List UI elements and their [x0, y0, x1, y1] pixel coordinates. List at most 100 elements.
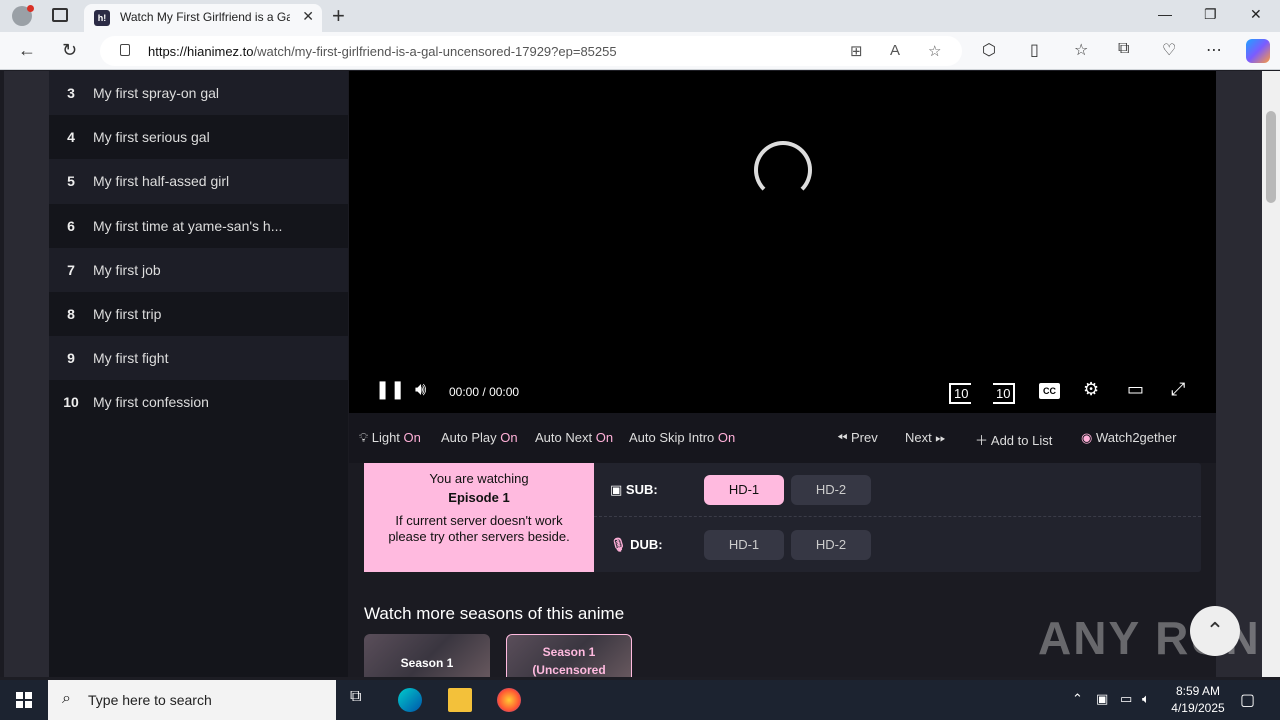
favorites-icon[interactable]: ☆	[1074, 40, 1088, 60]
browser-tab[interactable]: h! Watch My First Girlfriend is a Gal ✕	[84, 4, 322, 32]
season-card-active[interactable]: Season 1 (Uncensored	[506, 634, 632, 677]
watch2gether-button[interactable]: ◉ Watch2gether	[1081, 430, 1176, 446]
restore-button[interactable]: ❐	[1204, 6, 1217, 23]
prev-button[interactable]: ⏪︎ Prev	[837, 430, 878, 446]
scrollbar-thumb[interactable]	[1266, 111, 1276, 203]
volume-tray-icon[interactable]: 🔈︎	[1142, 691, 1150, 707]
autoskip-toggle[interactable]: Auto Skip Intro On	[629, 430, 735, 445]
search-placeholder: Type here to search	[88, 692, 212, 708]
new-tab-button[interactable]: +	[332, 3, 345, 29]
server-panel: You are watching Episode 1 If current se…	[364, 463, 1201, 572]
episode-item[interactable]: 7 My first job	[49, 247, 348, 292]
volume-icon[interactable]: 🔊︎	[415, 379, 426, 400]
copilot-icon[interactable]	[1246, 39, 1270, 63]
episode-item[interactable]: 8 My first trip	[49, 291, 348, 337]
taskbar-search[interactable]: ⌕ Type here to search	[48, 680, 336, 720]
video-player[interactable]: ❚❚ 🔊︎ 00:00 / 00:00 10 10 CC ⚙ ▭ ⤢	[349, 71, 1216, 413]
watch2gether-label: Watch2gether	[1095, 430, 1177, 445]
read-aloud-icon[interactable]: A	[890, 42, 900, 59]
notice-line2: If current server doesn't work please tr…	[388, 513, 570, 544]
episode-number: 10	[63, 394, 79, 411]
light-label: Light	[371, 430, 400, 445]
sub-label: ▣ SUB:	[610, 482, 658, 498]
autoplay-toggle[interactable]: Auto Play On	[441, 430, 518, 445]
split-screen-icon[interactable]: ▯	[1030, 40, 1039, 60]
page-right-margin	[1216, 71, 1262, 677]
file-explorer-icon[interactable]	[448, 688, 472, 712]
loading-spinner-icon	[754, 141, 812, 199]
autoskip-state: On	[717, 430, 736, 445]
season-card[interactable]: Season 1	[364, 634, 490, 677]
windows-start-icon[interactable]	[16, 692, 32, 708]
task-view-icon[interactable]: ⧉	[350, 688, 374, 712]
collections-icon[interactable]: ⧉	[1118, 40, 1129, 58]
episode-item[interactable]: 10 My first confession	[49, 380, 348, 425]
page-scrollbar[interactable]	[1262, 71, 1280, 677]
season-sub-label: (Uncensored	[532, 663, 606, 677]
autoplay-label: Auto Play	[441, 430, 497, 445]
episode-title: My first time at yame-san's h...	[93, 217, 283, 234]
back-arrow-icon[interactable]: ←	[18, 40, 36, 61]
sub-server-hd2-button[interactable]: HD-2	[791, 475, 871, 505]
add-to-list-button[interactable]: ＋ Add to List	[975, 430, 1052, 449]
browser-essentials-icon[interactable]: ♡	[1162, 40, 1176, 60]
page-content: 3 My first spray-on gal 4 My first serious…	[0, 71, 1280, 677]
next-button[interactable]: Next ⏩︎	[905, 430, 946, 446]
episode-number: 6	[67, 217, 75, 234]
favorite-star-icon[interactable]: ☆	[928, 42, 941, 60]
episode-item[interactable]: 6 My first time at yame-san's h...	[49, 203, 348, 248]
dub-server-hd1-button[interactable]: HD-1	[704, 530, 784, 560]
address-toolbar: ← ↻ https://hianimez.to/watch/my-first-g…	[0, 32, 1280, 70]
episode-item[interactable]: 9 My first fight	[49, 336, 348, 381]
add-to-list-label: Add to List	[990, 433, 1053, 448]
episode-item[interactable]: 5 My first half-assed girl	[49, 159, 348, 204]
sub-label-text: SUB:	[625, 482, 658, 497]
forward-10-icon[interactable]: 10	[993, 383, 1016, 404]
light-toggle[interactable]: 💡︎ Light On	[359, 430, 421, 446]
autoskip-label: Auto Skip Intro	[629, 430, 715, 445]
extensions-icon[interactable]: ⬡	[982, 40, 996, 60]
clock-time: 8:59 AM	[1175, 684, 1221, 698]
autonext-toggle[interactable]: Auto Next On	[535, 430, 613, 445]
notification-icon[interactable]: ▢	[1240, 690, 1255, 710]
more-menu-icon[interactable]: ⋯	[1206, 40, 1222, 60]
url-bar[interactable]: https://hianimez.to/watch/my-first-girlf…	[100, 36, 962, 66]
dub-server-hd2-button[interactable]: HD-2	[791, 530, 871, 560]
episode-item[interactable]: 3 My first spray-on gal	[49, 71, 348, 116]
episode-title: My first half-assed girl	[93, 173, 230, 190]
app-available-icon[interactable]: ⊞	[850, 42, 863, 60]
close-window-button[interactable]: ✕	[1250, 6, 1262, 23]
picture-in-picture-icon[interactable]: ▭	[1127, 379, 1144, 400]
lock-icon[interactable]	[120, 44, 130, 56]
sub-server-hd1-button[interactable]: HD-1	[704, 475, 784, 505]
time-display: 00:00 / 00:00	[449, 385, 519, 399]
firefox-icon[interactable]	[497, 688, 521, 712]
clock-date: 4/19/2025	[1171, 701, 1225, 715]
captions-icon[interactable]: CC	[1039, 383, 1060, 399]
pause-icon[interactable]: ❚❚	[375, 379, 405, 400]
settings-gear-icon[interactable]: ⚙	[1083, 379, 1099, 400]
refresh-icon[interactable]: ↻	[62, 40, 77, 61]
tab-close-icon[interactable]: ✕	[302, 8, 314, 25]
episode-number: 7	[67, 261, 75, 278]
episode-number: 3	[67, 85, 75, 102]
back-to-top-button[interactable]: ⌃	[1190, 606, 1240, 656]
tray-chevron-up-icon[interactable]: ⌃	[1072, 691, 1083, 707]
season-label: Season 1	[542, 645, 596, 659]
episode-item[interactable]: 4 My first serious gal	[49, 115, 348, 160]
minimize-button[interactable]: —	[1158, 6, 1172, 22]
taskbar-clock[interactable]: 8:59 AM 4/19/2025	[1160, 683, 1236, 717]
rewind-10-icon[interactable]: 10	[949, 383, 972, 404]
tray-device-icon[interactable]: ▣	[1096, 691, 1108, 707]
microphone-icon: 🎙︎	[610, 537, 631, 552]
edge-icon[interactable]	[398, 688, 422, 712]
profile-avatar[interactable]	[12, 5, 34, 26]
episode-title: My first job	[93, 261, 161, 278]
fullscreen-icon[interactable]: ⤢	[1171, 379, 1185, 400]
network-icon[interactable]: ▭	[1120, 691, 1132, 707]
url-text[interactable]: https://hianimez.to/watch/my-first-girlf…	[148, 44, 617, 59]
sub-server-row: ▣ SUB: HD-1 HD-2	[594, 463, 1201, 517]
tab-actions-icon[interactable]	[52, 8, 68, 22]
light-state: On	[403, 430, 421, 445]
notice-episode: Episode 1	[448, 490, 510, 505]
